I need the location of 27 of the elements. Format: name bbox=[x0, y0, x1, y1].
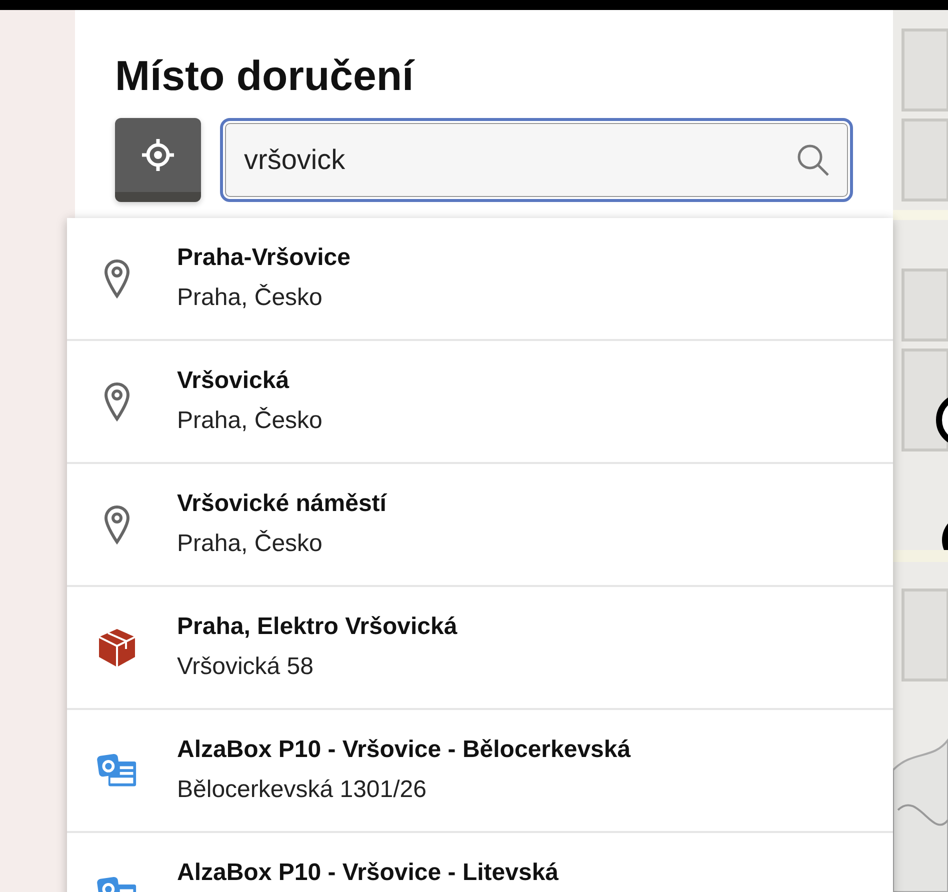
suggestion-item[interactable]: Praha-Vršovice Praha, Česko bbox=[67, 218, 893, 341]
place-address: Vršovická 58 bbox=[177, 652, 314, 682]
place-name: Praha-Vršovice bbox=[177, 242, 350, 272]
place-address: Bělocerkevská 1301/26 bbox=[177, 774, 428, 804]
page-title: Místo doručení bbox=[115, 52, 416, 100]
crosshair-icon bbox=[140, 137, 176, 173]
place-name: Vršovická bbox=[177, 366, 290, 396]
place-address: Praha, Česko bbox=[177, 528, 324, 558]
suggestion-item[interactable]: Praha, Elektro Vršovická Vršovická 58 bbox=[67, 587, 893, 710]
suggestion-item[interactable]: Vršovické náměstí Praha, Česko bbox=[67, 464, 893, 587]
locker-icon bbox=[97, 752, 137, 788]
place-name: Vršovické náměstí bbox=[177, 488, 386, 518]
package-icon bbox=[97, 626, 137, 668]
suggestion-item[interactable]: AlzaBox P10 - Vršovice - Bělocerkevská Bělocerkevská 1301/26 bbox=[67, 710, 893, 833]
location-pin-icon bbox=[104, 504, 130, 544]
locate-button[interactable] bbox=[115, 118, 201, 202]
suggestion-item[interactable]: Vršovická Praha, Česko bbox=[67, 341, 893, 464]
place-name: Praha, Elektro Vršovická bbox=[177, 612, 458, 642]
search-icon bbox=[795, 142, 831, 178]
location-pin-icon bbox=[104, 258, 130, 298]
location-pin-icon bbox=[104, 382, 130, 422]
place-name: AlzaBox P10 - Vršovice - Litevská bbox=[177, 858, 559, 888]
suggestion-item[interactable]: AlzaBox P10 - Vršovice - Litevská bbox=[67, 833, 893, 892]
search-input[interactable]: vršovick bbox=[242, 143, 795, 177]
place-address: Praha, Česko bbox=[177, 282, 324, 312]
place-address: Praha, Česko bbox=[177, 406, 322, 436]
place-name: AlzaBox P10 - Vršovice - Bělocerkevská bbox=[177, 734, 631, 764]
